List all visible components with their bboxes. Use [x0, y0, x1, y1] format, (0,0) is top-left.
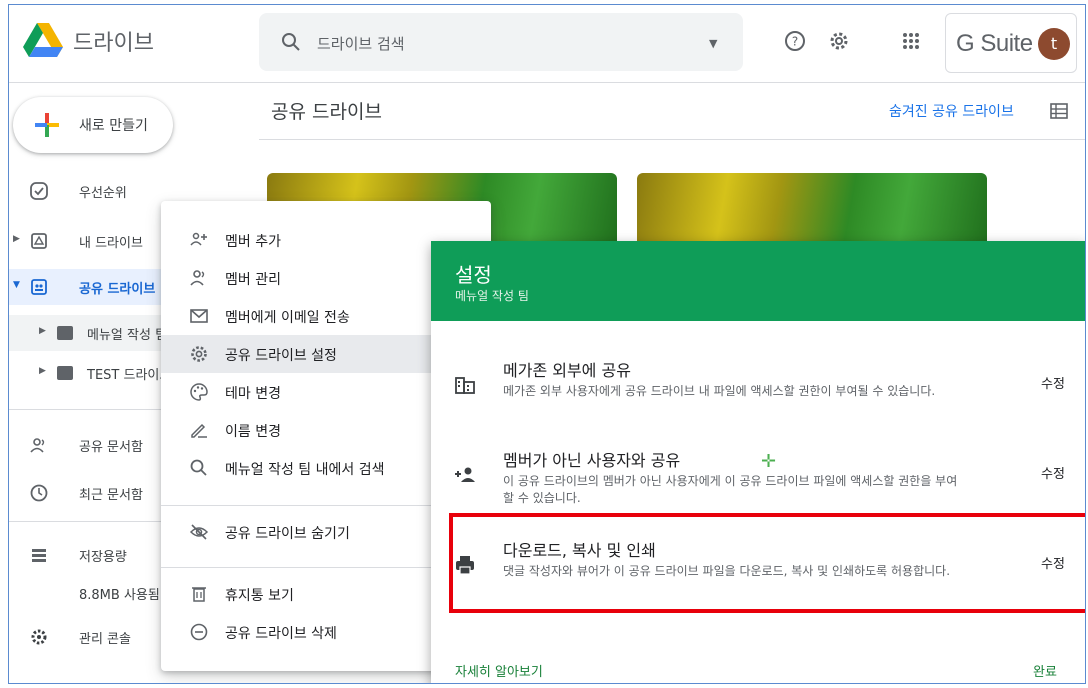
menu-item-label: 멤버 추가: [225, 234, 281, 250]
done-button[interactable]: 완료: [1033, 661, 1057, 680]
remove-icon: [190, 623, 208, 641]
settings-icon[interactable]: [827, 29, 851, 53]
dialog-subtitle: 메뉴얼 작성 팀: [455, 289, 529, 303]
storage-usage-text: 8.8MB 사용됨: [79, 588, 160, 603]
admin-icon: [31, 629, 47, 645]
shared-drive-icon: [31, 279, 47, 295]
add-person-icon: [455, 467, 475, 482]
gsuite-brand: G Suite: [956, 30, 1033, 57]
search-input[interactable]: 드라이브 검색: [317, 33, 405, 54]
learn-more-link[interactable]: 자세히 알아보기: [455, 661, 543, 680]
setting-title: 메가존 외부에 공유: [503, 361, 631, 380]
menu-item-label: 공유 드라이브 삭제: [225, 626, 337, 642]
account-switcher[interactable]: G Suite t: [945, 13, 1077, 73]
menu-item-label: 메뉴얼 작성 팀 내에서 검색: [225, 462, 385, 478]
app-window: 드라이브 드라이브 검색 ▼ ? G Suite t 새로 만들기 우선순위 ▶…: [8, 4, 1086, 684]
search-icon: [190, 459, 207, 476]
expand-arrow-icon[interactable]: ▶: [39, 326, 46, 336]
menu-item-label: 멤버 관리: [225, 272, 281, 288]
avatar[interactable]: t: [1038, 28, 1070, 60]
email-icon: [190, 309, 208, 323]
help-icon[interactable]: ?: [783, 29, 807, 53]
expand-arrow-icon[interactable]: ▶: [39, 366, 46, 376]
main-header-divider: [259, 139, 1085, 140]
sidebar-item-label: 내 드라이브: [79, 236, 143, 251]
sidebar-item-label: 공유 문서함: [79, 440, 143, 455]
check-circle-icon: [30, 182, 48, 200]
setting-title: 멤버가 아닌 사용자와 공유: [503, 451, 681, 470]
hide-icon: [189, 524, 209, 540]
new-button-label: 새로 만들기: [79, 118, 148, 134]
folder-icon: [57, 326, 73, 340]
sidebar-item-label: 메뉴얼 작성 팀: [87, 328, 168, 343]
palette-icon: [190, 383, 208, 401]
sidebar-item-label: 공유 드라이브: [79, 282, 156, 297]
edit-button[interactable]: 수정: [1041, 373, 1065, 392]
setting-share-non-members: 멤버가 아닌 사용자와 공유 이 공유 드라이브의 멤버가 아닌 사용자에게 이…: [431, 431, 1085, 521]
sidebar-item-label: 최근 문서함: [79, 488, 143, 503]
menu-item-label: 공유 드라이브 숨기기: [225, 526, 350, 542]
cursor-icon: ✛: [761, 451, 777, 472]
my-drive-icon: [31, 233, 47, 249]
settings-icon: [191, 346, 207, 362]
apps-grid-icon[interactable]: [899, 29, 923, 53]
new-button[interactable]: 새로 만들기: [13, 97, 173, 153]
svg-text:?: ?: [792, 35, 798, 49]
dialog-header: 설정 메뉴얼 작성 팀: [431, 241, 1085, 321]
highlight-box: [449, 513, 1085, 613]
search-icon[interactable]: [281, 32, 301, 52]
add-member-icon: [190, 232, 207, 246]
menu-item-label: 테마 변경: [225, 386, 281, 402]
drive-logo-icon[interactable]: [23, 23, 63, 59]
setting-description: 이 공유 드라이브의 멤버가 아닌 사용자에게 이 공유 드라이브 파일에 액세…: [503, 474, 958, 505]
clock-icon: [30, 484, 48, 502]
expand-arrow-icon[interactable]: ▶: [13, 234, 20, 244]
folder-icon: [57, 366, 73, 380]
setting-description: 메가존 외부 사용자에게 공유 드라이브 내 파일에 액세스할 권한이 부여될 …: [503, 384, 936, 398]
search-options-icon[interactable]: ▼: [709, 37, 717, 50]
domain-icon: [455, 377, 475, 394]
people-icon: [30, 438, 45, 453]
trash-icon: [192, 587, 206, 602]
menu-item-label: 공유 드라이브 설정: [225, 348, 337, 364]
app-title: 드라이브: [73, 31, 154, 56]
settings-dialog: 설정 메뉴얼 작성 팀 메가존 외부에 공유 메가존 외부 사용자에게 공유 드…: [431, 241, 1085, 683]
dialog-title: 설정: [455, 263, 492, 287]
sidebar-item-label: 저장용량: [79, 550, 127, 565]
sidebar-item-label: TEST 드라이브: [87, 368, 172, 383]
menu-item-label: 이름 변경: [225, 424, 281, 440]
storage-icon: [32, 549, 46, 562]
list-view-icon[interactable]: [1049, 101, 1069, 121]
sidebar-item-label: 우선순위: [79, 186, 127, 201]
collapse-arrow-icon[interactable]: ▼: [13, 280, 20, 290]
page-title: 공유 드라이브: [271, 101, 382, 123]
plus-icon: [35, 113, 59, 137]
rename-icon: [191, 423, 207, 438]
search-bar[interactable]: 드라이브 검색 ▼: [259, 13, 743, 71]
sidebar-item-label: 관리 콘솔: [79, 632, 131, 647]
hidden-shared-drives-link[interactable]: 숨겨진 공유 드라이브: [889, 101, 1014, 121]
menu-item-label: 휴지통 보기: [225, 588, 294, 604]
edit-button[interactable]: 수정: [1041, 463, 1065, 482]
setting-share-outside-org: 메가존 외부에 공유 메가존 외부 사용자에게 공유 드라이브 내 파일에 액세…: [431, 341, 1085, 431]
menu-item-label: 멤버에게 이메일 전송: [225, 310, 350, 326]
top-bar: 드라이브 드라이브 검색 ▼ ? G Suite t: [9, 5, 1085, 83]
manage-members-icon: [190, 270, 205, 286]
